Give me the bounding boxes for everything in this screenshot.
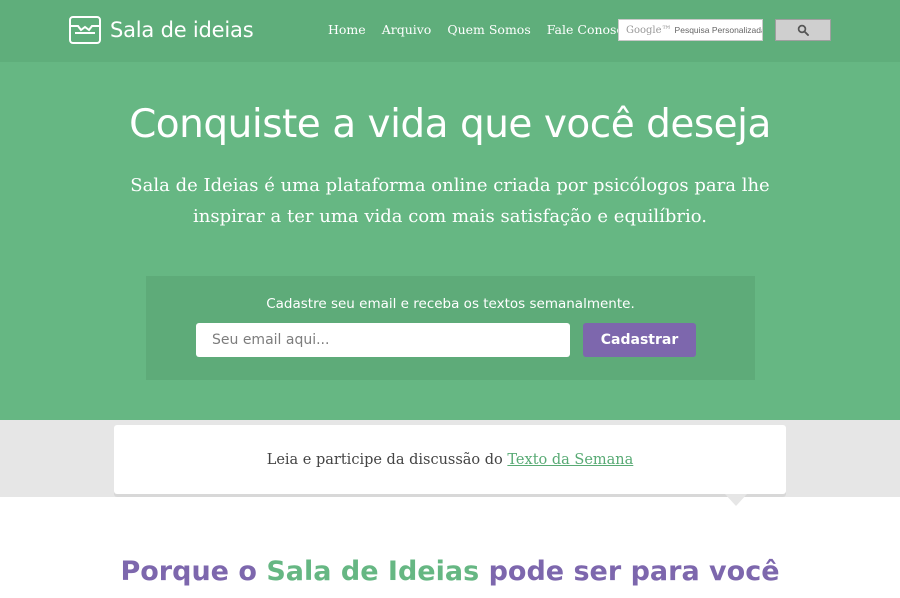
callout-text: Leia e participe da discussão do Texto d… <box>267 452 634 468</box>
hero-title: Conquiste a vida que você deseja <box>129 102 771 147</box>
search-input[interactable] <box>674 25 762 35</box>
why-heading-brand: Sala de Ideias <box>266 556 480 587</box>
nav-item-home[interactable]: Home <box>328 22 366 37</box>
google-logo: Google™ <box>626 24 672 36</box>
hero-section: Conquiste a vida que você deseja Sala de… <box>0 62 900 420</box>
main-nav: Home Arquivo Quem Somos Fale Conosco <box>328 22 647 37</box>
subscribe-button[interactable]: Cadastrar <box>583 323 696 357</box>
signup-label: Cadastre seu email e receba os textos se… <box>266 296 635 312</box>
weekly-text-link[interactable]: Texto da Semana <box>507 452 633 468</box>
why-heading-part1: Porque o <box>120 556 257 587</box>
weekly-text-callout: Leia e participe da discussão do Texto d… <box>114 425 786 494</box>
search-icon <box>797 24 809 36</box>
google-search-field[interactable]: Google™ <box>618 19 763 41</box>
callout-prefix: Leia e participe da discussão do <box>266 451 503 468</box>
nav-item-arquivo[interactable]: Arquivo <box>382 22 432 37</box>
logo[interactable]: Sala de ideias <box>68 14 254 46</box>
sofa-logo-icon <box>69 16 101 44</box>
email-input[interactable] <box>196 323 570 357</box>
search-button[interactable] <box>775 19 831 41</box>
page: Sala de ideias Home Arquivo Quem Somos F… <box>0 0 900 598</box>
callout-pointer <box>725 494 747 506</box>
nav-item-quem-somos[interactable]: Quem Somos <box>447 22 530 37</box>
site-header: Sala de ideias Home Arquivo Quem Somos F… <box>0 0 900 62</box>
newsletter-signup: Cadastre seu email e receba os textos se… <box>146 276 755 380</box>
hero-subtitle: Sala de Ideias é uma plataforma online c… <box>130 175 770 227</box>
why-heading: Porque o Sala de Ideias pode ser para vo… <box>0 556 900 587</box>
why-heading-part3: pode ser para você <box>488 556 780 587</box>
logo-text: Sala de ideias <box>110 18 254 42</box>
